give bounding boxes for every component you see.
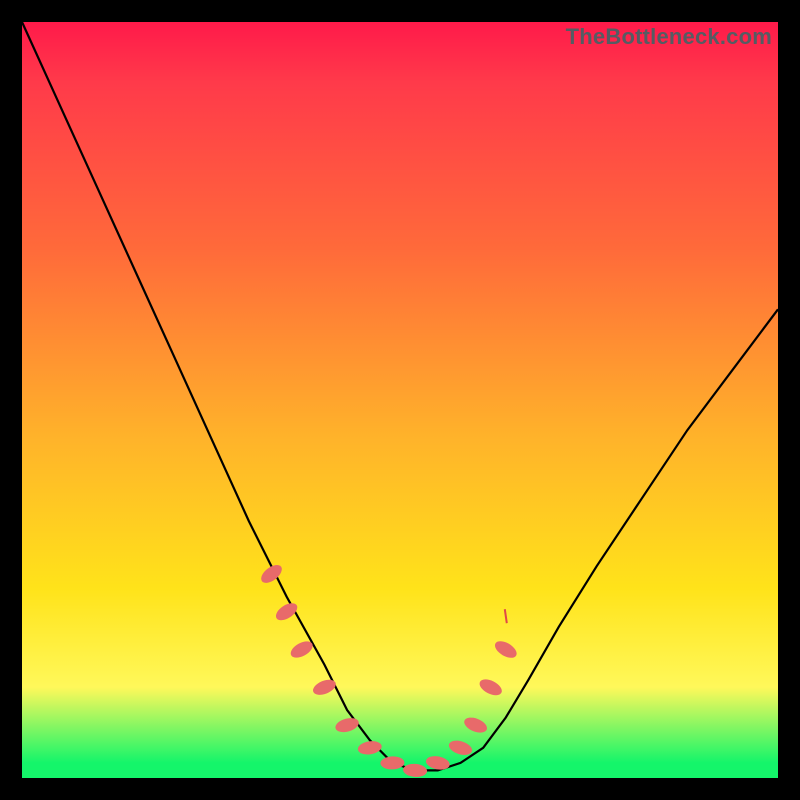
marker-dot bbox=[403, 763, 428, 778]
marker-dot bbox=[311, 677, 338, 698]
marker-dot bbox=[380, 756, 404, 770]
marker-dot bbox=[492, 638, 519, 661]
marker-dot bbox=[425, 754, 451, 771]
plot-area: TheBottleneck.com bbox=[22, 22, 778, 778]
curve-layer bbox=[22, 22, 778, 778]
marker-dot bbox=[357, 740, 383, 757]
annotation-tick bbox=[505, 609, 507, 623]
bottleneck-curve bbox=[22, 22, 778, 770]
marker-dot bbox=[334, 716, 361, 735]
highlight-markers bbox=[258, 561, 519, 777]
marker-dot bbox=[477, 676, 504, 698]
tick-mark bbox=[505, 609, 507, 623]
marker-dot bbox=[462, 715, 489, 736]
marker-dot bbox=[447, 738, 474, 758]
chart-frame: TheBottleneck.com bbox=[0, 0, 800, 800]
